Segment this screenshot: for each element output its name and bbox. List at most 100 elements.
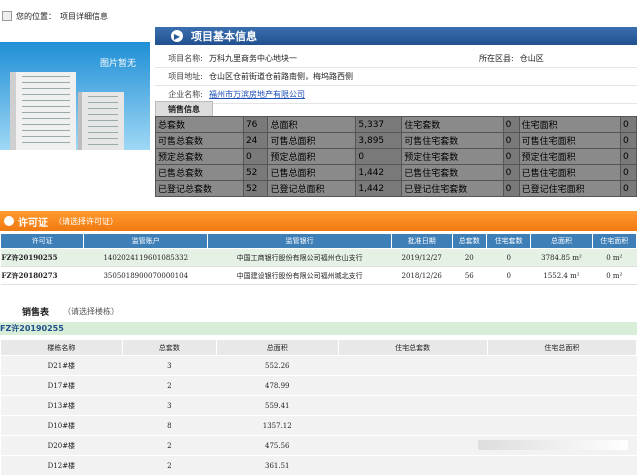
photo-caption: 图片暂无 [100, 59, 137, 69]
breadcrumb-prefix: 您的位置： [16, 11, 56, 21]
license-title: 许可证 [18, 217, 48, 229]
sales-grid-value: 24 [242, 132, 269, 149]
building-cell [487, 415, 637, 436]
district-label: 所在区县: [479, 54, 514, 63]
sales-grid-value: 0 [502, 180, 520, 197]
license-column-header: 监管账户 [83, 233, 209, 249]
sales-grid-value: 0 [502, 164, 520, 181]
selected-permit[interactable]: FZ许20190255 [0, 322, 637, 335]
sales-grid-value: 52 [242, 180, 269, 197]
basic-info-title: 项目基本信息 [191, 30, 257, 43]
sales-grid-label: 总套数 [155, 116, 244, 133]
company-link[interactable]: 福州市万滨房地产有限公司 [209, 89, 305, 100]
building-cell [338, 355, 488, 376]
building-cell: 3 [122, 355, 217, 376]
building-cell: 478.99 [216, 375, 339, 396]
sales-grid-label: 可售总面积 [267, 132, 357, 149]
sales-grid-value: 0 [502, 148, 520, 165]
sales-grid-value: 0 [355, 148, 403, 165]
address-label: 项目地址: [168, 72, 203, 81]
sales-grid-label: 已售住宅面积 [518, 164, 621, 181]
license-table: 许可证 监管账户 监管银行 批准日期 总套数 住宅套数 总面积 住宅面积 FZ许2019025… [0, 233, 637, 285]
sales-grid-label: 预定总套数 [155, 148, 244, 165]
building-cell: 361.51 [216, 455, 339, 476]
license-cell: 20 [452, 248, 487, 267]
sales-grid-label: 已登记住宅面积 [518, 180, 621, 197]
breadcrumb: 您的位置： 项目详细信息 [0, 8, 108, 24]
sales-grid-label: 已登记总面积 [267, 180, 357, 197]
sales-grid-label: 已登记总套数 [155, 180, 244, 197]
license-cell: 中国建设银行股份有限公司福州城北支行 [207, 266, 392, 285]
building-cell: 2 [122, 435, 217, 456]
building-cell [338, 455, 488, 476]
sales-grid-value: 0 [242, 148, 269, 165]
name-label: 项目名称: [168, 54, 203, 63]
license-cell: 中国工商银行股份有限公司福州仓山支行 [207, 248, 392, 267]
project-photo: 图片暂无 [0, 42, 150, 150]
sales-grid-value: 52 [242, 164, 269, 181]
license-cell: 0 m² [592, 266, 637, 285]
basic-info-header: ▶ 项目基本信息 [155, 27, 637, 45]
building-cell: 3 [122, 395, 217, 416]
sales-grid: 总套数 76 总面积 5,337 住宅套数 0 住宅面积 0 可售总套数 24 可售总面积 3,895… [155, 116, 638, 197]
license-hint: （请选择许可证） [54, 216, 118, 226]
building-cell [487, 375, 637, 396]
building-cell [338, 375, 488, 396]
building-column-header: 住宅总面积 [486, 339, 638, 356]
sales-grid-label: 预定住宅面积 [518, 148, 621, 165]
sales-grid-label: 预定总面积 [267, 148, 357, 165]
license-column-header: 许可证 [0, 233, 85, 249]
license-cell[interactable]: FZ许20190255 [0, 248, 84, 267]
sales-grid-label: 预定住宅套数 [401, 148, 504, 165]
sales-table-title: 销售表 [22, 307, 50, 318]
sales-grid-label: 可售住宅面积 [518, 132, 621, 149]
sales-grid-value: 0 [619, 132, 638, 149]
license-column-header: 住宅套数 [485, 233, 532, 249]
sales-grid-label: 已售总套数 [155, 164, 244, 181]
building-cell [487, 455, 637, 476]
sales-table-hint: （请选择楼栋） [63, 306, 120, 316]
building-column-header: 楼栋名称 [0, 339, 123, 356]
building-cell: 8 [122, 415, 217, 436]
license-cell: 0 m² [592, 248, 637, 267]
sales-grid-row: 已售总套数 52 已售总面积 1,442 已售住宅套数 0 已售住宅面积 0 [155, 164, 638, 181]
building-cell [338, 435, 488, 456]
license-row[interactable]: FZ许20180273 3505018900070000104 中国建设银行股份有限… [0, 266, 637, 285]
building-column-header: 总面积 [215, 339, 339, 356]
sales-grid-row: 总套数 76 总面积 5,337 住宅套数 0 住宅面积 0 [155, 116, 638, 133]
sales-grid-value: 0 [502, 132, 520, 149]
address-value: 仓山区仓前街道仓前路南侧，梅坞路西侧 [209, 72, 353, 81]
building-cell: 2 [122, 455, 217, 476]
building-cell: D20#楼 [0, 435, 123, 456]
building-row[interactable]: D21#楼 3 552.26 [0, 355, 637, 376]
building-cell: 552.26 [216, 355, 339, 376]
building-cell [338, 415, 488, 436]
district-value: 仓山区 [519, 54, 544, 63]
license-cell[interactable]: FZ许20180273 [0, 266, 84, 285]
license-cell: 2019/12/27 [391, 248, 453, 267]
building-row[interactable]: D13#楼 3 559.41 [0, 395, 637, 416]
breadcrumb-current: 项目详细信息 [60, 11, 108, 21]
sales-grid-label: 已售总面积 [267, 164, 357, 181]
sales-grid-label: 总面积 [267, 116, 357, 133]
license-cell: 3505018900070000104 [83, 266, 208, 285]
building-cell: 559.41 [216, 395, 339, 416]
project-name: 万科九里商务中心地块一 [209, 54, 297, 63]
building-row[interactable]: D17#楼 2 478.99 [0, 375, 637, 396]
sales-grid-label: 已登记住宅套数 [401, 180, 504, 197]
building-cell: 475.56 [216, 435, 339, 456]
arrow-icon: ▶ [171, 30, 183, 42]
building-column-header: 总套数 [121, 339, 217, 356]
building-row[interactable]: D10#楼 8 1357.12 [0, 415, 637, 436]
sales-grid-value: 0 [502, 116, 520, 133]
license-cell: 2018/12/26 [391, 266, 453, 285]
building-cell: 2 [122, 375, 217, 396]
sales-grid-label: 住宅套数 [401, 116, 504, 133]
building-cell: D21#楼 [0, 355, 123, 376]
building-row[interactable]: D12#楼 2 361.51 [0, 455, 637, 476]
building-cell [487, 355, 637, 376]
license-icon [4, 216, 14, 226]
location-icon [2, 11, 12, 21]
license-row[interactable]: FZ许20190255 1402024119601085332 中国工商银行股份有限… [0, 248, 637, 267]
sales-grid-value: 0 [619, 164, 638, 181]
